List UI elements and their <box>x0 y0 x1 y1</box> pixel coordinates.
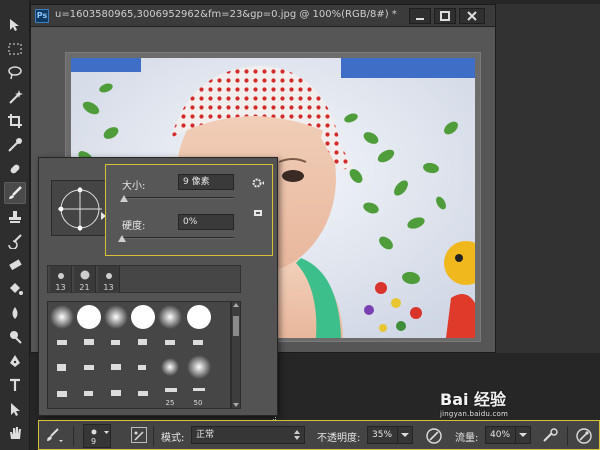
brush-tool-icon[interactable] <box>4 182 26 204</box>
minimize-icon <box>416 18 424 20</box>
dodge-tool-icon[interactable] <box>4 326 26 348</box>
flow-dropdown-button[interactable] <box>515 426 531 444</box>
mode-select-arrows-icon <box>294 430 300 440</box>
brush-preset-grid[interactable]: 25 50 <box>47 301 231 409</box>
new-preset-icon[interactable] <box>253 203 263 222</box>
pressure-size-icon[interactable] <box>575 427 593 449</box>
maximize-icon <box>440 11 450 21</box>
tools-panel <box>0 0 30 450</box>
hardness-label: 硬度: <box>122 221 146 232</box>
recent-brush-1[interactable]: 13 <box>50 266 72 293</box>
mode-select[interactable]: 正常 <box>191 426 305 444</box>
hand-tool-icon[interactable] <box>4 422 26 444</box>
brush-preset-picker[interactable]: 大小: 9 像素 硬度: 0% 13 21 13 25 50 <box>38 157 278 422</box>
recent-brushes: 13 21 13 <box>47 265 241 293</box>
size-field[interactable]: 9 像素 <box>178 174 234 190</box>
opacity-dropdown-button[interactable] <box>397 426 413 444</box>
type-tool-icon[interactable] <box>4 374 26 396</box>
document-titlebar[interactable]: Ps u=1603580965,3006952962&fm=23&gp=0.jp… <box>31 5 495 27</box>
preset-label-25: 25 <box>165 399 175 407</box>
flow-value: 40% <box>490 430 511 440</box>
chevron-down-icon <box>519 433 527 437</box>
tool-preset-icon[interactable] <box>45 427 63 447</box>
brush-panel-toggle-icon[interactable] <box>131 427 147 443</box>
size-label: 大小: <box>122 181 146 192</box>
brush-tip-preview[interactable] <box>51 180 107 236</box>
opacity-value: 35% <box>372 430 393 440</box>
healing-brush-tool-icon[interactable] <box>4 158 26 180</box>
crop-tool-icon[interactable] <box>4 110 26 132</box>
close-button[interactable] <box>459 8 485 24</box>
close-icon <box>467 11 477 21</box>
brush-picker-button[interactable]: 9 <box>83 424 111 448</box>
watermark-text: Bai 经验 <box>440 390 507 409</box>
flow-label: 流量: <box>455 433 479 444</box>
airbrush-icon[interactable] <box>541 427 559 449</box>
marquee-tool-icon[interactable] <box>4 38 26 60</box>
magic-wand-tool-icon[interactable] <box>4 86 26 108</box>
resize-grip-icon[interactable] <box>269 408 277 422</box>
mode-label: 模式: <box>161 433 185 444</box>
mode-select-value: 正常 <box>196 430 215 440</box>
chevron-down-icon <box>401 433 409 437</box>
brush-settings-gear-icon[interactable] <box>251 175 265 194</box>
opacity-label: 不透明度: <box>317 433 361 444</box>
brush-preset-thumbnails <box>50 305 211 397</box>
pressure-opacity-icon[interactable] <box>425 427 443 449</box>
recent-brush-3[interactable]: 13 <box>98 266 120 293</box>
recent-brush-3-size: 13 <box>103 283 114 292</box>
eraser-tool-icon[interactable] <box>4 254 26 276</box>
size-slider-thumb[interactable] <box>120 195 129 202</box>
hardness-field[interactable]: 0% <box>178 214 234 230</box>
hardness-slider-thumb[interactable] <box>118 235 126 242</box>
eyedropper-tool-icon[interactable] <box>4 134 26 156</box>
move-tool-icon[interactable] <box>4 14 26 36</box>
preset-label-50: 50 <box>193 399 203 407</box>
preset-grid-scrollbar[interactable] <box>231 301 241 409</box>
brush-size-readout: 9 <box>91 437 97 446</box>
paint-bucket-tool-icon[interactable] <box>4 278 26 300</box>
document-title: u=1603580965,3006952962&fm=23&gp=0.jpg @… <box>55 9 397 20</box>
right-panel-area <box>496 4 600 353</box>
baidu-jingyan-watermark: Bai 经验 jingyan.baidu.com <box>440 386 508 418</box>
lasso-tool-icon[interactable] <box>4 62 26 84</box>
tool-options-bar: 9 模式: 正常 不透明度: 35% 流量: 40% <box>38 420 600 450</box>
brush-controls: 大小: 9 像素 硬度: 0% <box>105 164 273 256</box>
hardness-slider-track[interactable] <box>122 237 234 239</box>
photoshop-logo-icon: Ps <box>35 9 49 23</box>
pen-tool-icon[interactable] <box>4 350 26 372</box>
history-brush-tool-icon[interactable] <box>4 230 26 252</box>
recent-brush-2-size: 21 <box>79 283 90 292</box>
watermark-domain: jingyan.baidu.com <box>440 410 508 418</box>
minimize-button[interactable] <box>409 8 431 24</box>
blur-tool-icon[interactable] <box>4 302 26 324</box>
path-selection-tool-icon[interactable] <box>4 398 26 420</box>
clone-stamp-tool-icon[interactable] <box>4 206 26 228</box>
recent-brush-2[interactable]: 21 <box>74 266 96 293</box>
maximize-button[interactable] <box>434 8 456 24</box>
recent-brush-1-size: 13 <box>55 283 66 292</box>
size-slider-track[interactable] <box>122 197 234 199</box>
